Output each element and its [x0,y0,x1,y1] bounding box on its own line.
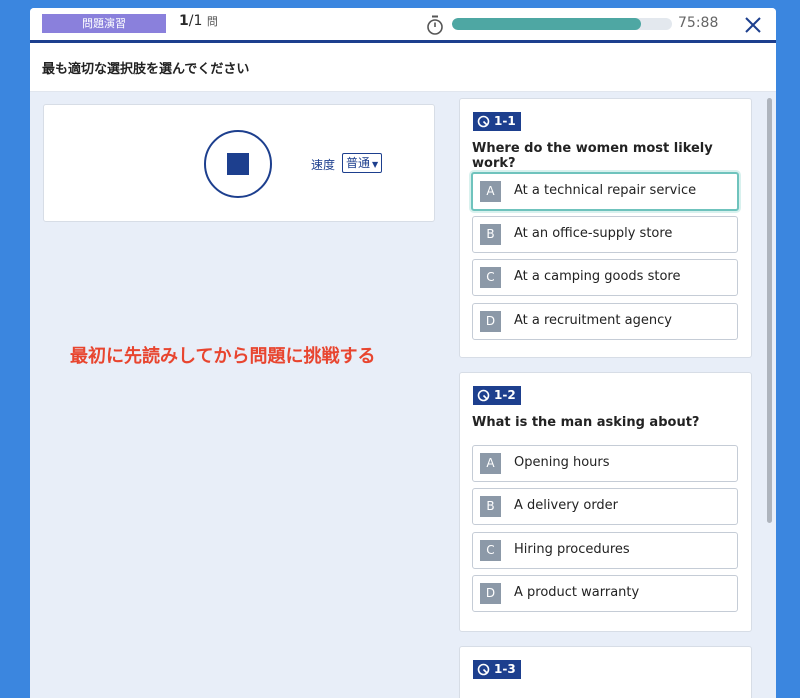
speed-label: 速度 [311,158,336,172]
question-number: 1-1 [494,114,516,128]
quiz-window: 問題演習 1/1 問 75:88 最も適切な選択肢を選んでください 速度 普通 … [30,8,776,698]
stopwatch-icon [427,15,443,35]
timer-text: 75:88 [678,15,719,31]
content-area: 速度 普通 ▼ 最初に先読みしてから問題に挑戦する 1-1 Where do th… [30,92,776,698]
option-letter: C [480,540,501,561]
question-text: What is the man asking about? [472,415,700,430]
option-c[interactable]: C At a camping goods store [472,259,738,296]
option-d[interactable]: D A product warranty [472,575,738,612]
option-letter: B [480,496,501,517]
caret-down-icon: ▼ [372,160,379,169]
counter-current: 1 [179,13,189,29]
option-b[interactable]: B At an office-supply store [472,216,738,253]
option-d[interactable]: D At a recruitment agency [472,303,738,340]
instruction-text: 最も適切な選択肢を選んでください [42,62,250,77]
option-text: A product warranty [514,585,640,600]
audio-player: 速度 普通 ▼ [43,104,435,222]
stop-button[interactable] [204,130,272,198]
timer-progress-fill [452,18,642,30]
option-letter: B [480,224,501,245]
option-letter: D [480,583,501,604]
option-a[interactable]: A Opening hours [472,445,738,482]
question-card: 1-2 What is the man asking about? A Open… [459,372,752,632]
question-number: 1-3 [494,662,516,676]
option-b[interactable]: B A delivery order [472,488,738,525]
option-text: Opening hours [514,455,610,470]
scrollbar[interactable] [767,98,772,523]
mode-badge: 問題演習 [42,14,166,33]
timer-progress-bar [452,18,672,30]
option-letter: A [480,181,501,202]
instruction-bar: 最も適切な選択肢を選んでください [30,43,776,92]
question-counter: 1/1 問 [179,13,218,29]
counter-total: /1 [188,13,203,29]
close-icon[interactable] [742,14,764,36]
speed-select[interactable]: 普通 ▼ [342,153,383,173]
search-icon [477,389,490,402]
option-text: At an office-supply store [514,226,673,241]
speed-value: 普通 [346,156,371,170]
option-text: At a recruitment agency [514,313,672,328]
question-card: 1-1 Where do the women most likely work?… [459,98,752,358]
option-text: Hiring procedures [514,542,630,557]
question-number: 1-2 [494,388,516,402]
top-bar: 問題演習 1/1 問 75:88 [30,8,776,43]
option-text: At a technical repair service [514,183,697,198]
search-icon [477,663,490,676]
question-text: Where do the women most likely work? [472,141,713,171]
option-c[interactable]: C Hiring procedures [472,532,738,569]
question-card: 1-3 [459,646,752,698]
option-letter: D [480,311,501,332]
option-letter: C [480,267,501,288]
search-icon [477,115,490,128]
question-badge: 1-3 [473,660,521,679]
option-a[interactable]: A At a technical repair service [471,172,739,211]
counter-unit: 問 [206,15,218,28]
question-badge: 1-1 [473,112,521,131]
option-letter: A [480,453,501,474]
hint-text: 最初に先読みしてから問題に挑戦する [70,346,376,367]
option-text: A delivery order [514,498,619,513]
question-badge: 1-2 [473,386,521,405]
stop-icon [227,153,249,175]
option-text: At a camping goods store [514,269,681,284]
